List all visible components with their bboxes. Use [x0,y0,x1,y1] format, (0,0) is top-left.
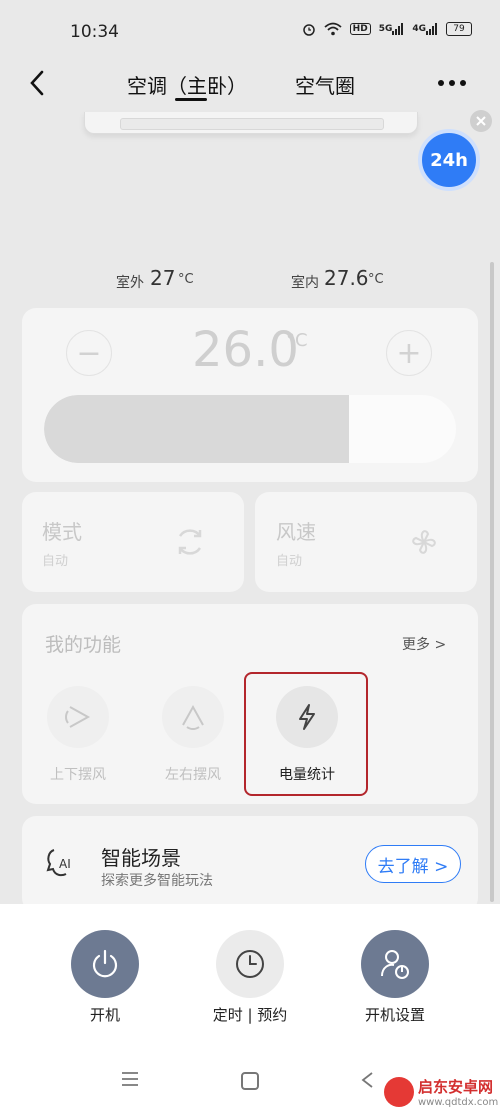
vertical-swing-label: 上下摆风 [50,767,106,783]
tab-air-conditioner[interactable]: 空调（主卧） [127,70,247,99]
outdoor-label: 室外 [116,275,144,291]
horizontal-swing-label: 左右摆风 [165,767,221,783]
clock-icon [236,950,264,978]
back-button[interactable] [24,66,54,100]
menu-icon [122,1072,138,1086]
svg-text:AI: AI [59,857,71,871]
watermark-logo [384,1077,414,1107]
horizontal-swing-button[interactable] [162,686,224,748]
more-dot [449,80,455,86]
status-icons: HD 5G 4G 79 [302,22,472,36]
status-time: 10:34 [70,22,119,42]
timer-label: 定时 | 预约 [212,1006,288,1024]
watermark: 启东安卓网 www.qdtdx.com [384,1074,500,1110]
boot-settings-button[interactable] [361,930,429,998]
temperature-slider[interactable] [44,395,456,463]
ac-unit-vent [120,118,384,130]
hd-badge: HD [349,23,371,35]
tab-active-indicator [175,98,207,101]
signal-5g-label: 5G [378,24,393,34]
nav-menu-button[interactable] [120,1070,140,1088]
back-arrow-icon [30,70,44,96]
decrease-temp-button[interactable]: − [66,330,112,376]
nav-home-button[interactable] [241,1072,259,1090]
nav-back-button[interactable] [358,1070,378,1090]
more-dot [438,80,444,86]
set-temperature: 26.0 [192,322,299,378]
power-on-label: 开机 [89,1006,120,1024]
outdoor-temp: 27 [150,266,176,290]
increase-temp-button[interactable]: + [386,330,432,376]
wind-speed-title: 风速 [276,520,316,544]
close-icon [476,116,486,126]
more-dot [460,80,466,86]
signal-4g-label: 4G [412,24,426,34]
vertical-swing-button[interactable] [47,686,109,748]
wifi-icon [324,22,342,36]
smart-scene-subtitle: 探索更多智能玩法 [101,873,213,889]
service-24h-label: 24h [430,149,468,171]
wind-speed-value: 自动 [276,554,303,569]
fan-icon [404,522,444,562]
indoor-temp: 27.6 [324,266,369,290]
smart-scene-title: 智能场景 [101,846,181,870]
scrollbar[interactable] [490,262,494,902]
power-on-button[interactable] [71,930,139,998]
signal-5g-icon: 5G [379,23,405,35]
watermark-name: 启东安卓网 [418,1078,494,1096]
mode-value: 自动 [42,554,69,569]
learn-more-button[interactable]: 去了解 > [365,845,461,883]
timer-button[interactable] [216,930,284,998]
close-ad-button[interactable] [470,110,492,132]
functions-title: 我的功能 [45,634,122,656]
highlight-annotation [244,672,368,796]
alarm-icon [302,22,316,36]
user-power-icon [381,950,409,979]
signal-4g-icon: 4G [412,23,438,35]
watermark-url: www.qdtdx.com [418,1097,499,1108]
nav-back-icon [361,1072,373,1088]
battery-icon: 79 [446,22,472,36]
set-temperature-unit: °C [286,330,308,351]
mode-title: 模式 [42,520,82,544]
refresh-icon [170,522,210,562]
service-24h-button[interactable]: 24h [418,129,480,191]
ai-icon: AI [44,846,78,880]
indoor-unit: °C [368,272,384,287]
functions-more-link[interactable]: 更多 > [402,634,446,654]
vertical-swing-icon [65,706,91,728]
boot-settings-label: 开机设置 [364,1006,425,1024]
outdoor-unit: °C [178,272,194,287]
tab-air-circle[interactable]: 空气圈 [295,70,355,99]
watermark-text: 启东安卓网 www.qdtdx.com [418,1076,498,1108]
more-options-button[interactable] [438,80,466,86]
indoor-label: 室内 [291,275,319,291]
power-icon [92,949,118,978]
horizontal-swing-icon [182,704,204,730]
temperature-slider-fill [44,395,349,463]
